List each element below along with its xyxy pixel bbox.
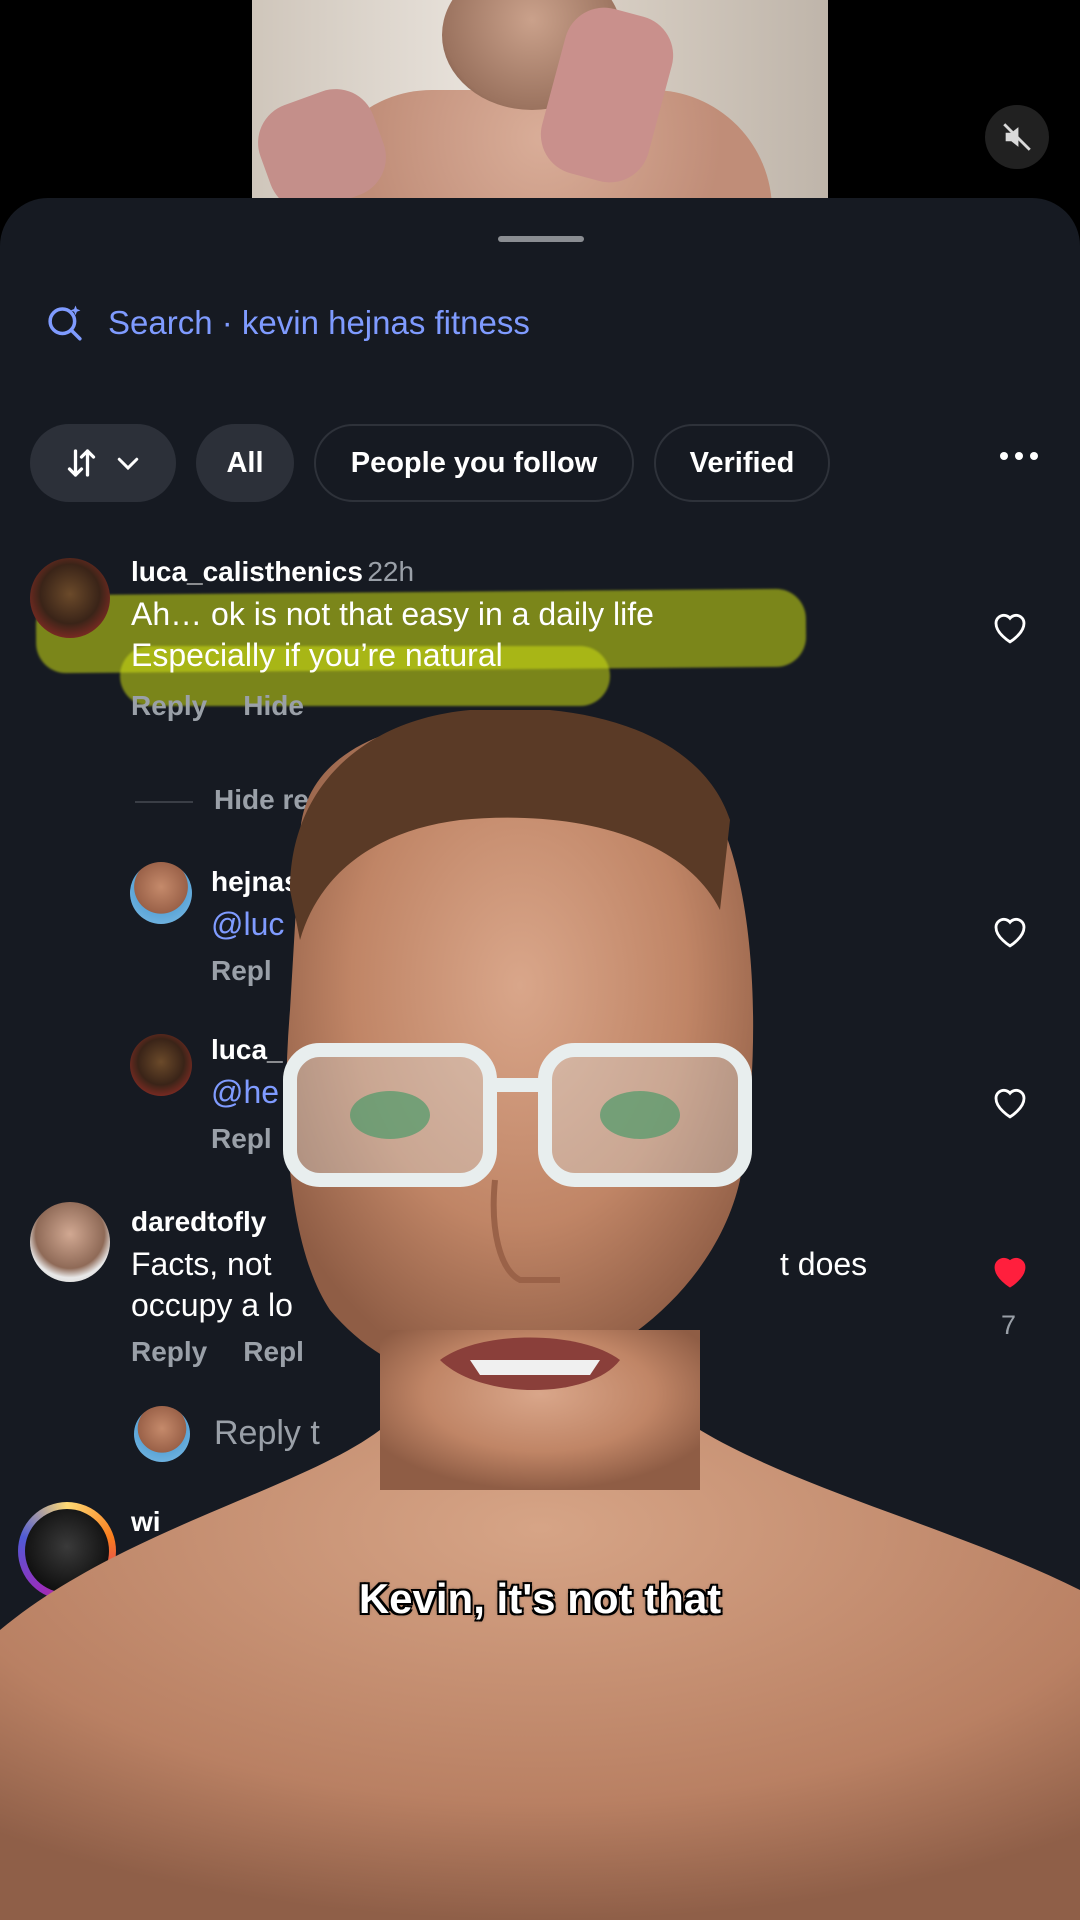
mute-button[interactable] [985, 105, 1049, 169]
comment-username[interactable]: daredtofly [131, 1206, 871, 1238]
hide-replies-button[interactable]: Hide re [214, 784, 309, 816]
heart-outline-icon[interactable] [989, 606, 1031, 648]
reply-hejnas: hejnas @luc Repl [211, 866, 300, 987]
heart-filled-icon[interactable] [989, 1250, 1031, 1292]
comment-username[interactable]: luca_ [211, 1034, 283, 1066]
reply-luca: luca_ @he Repl [211, 1034, 283, 1155]
avatar[interactable] [30, 1202, 110, 1282]
comment-username[interactable]: luca_calisthenics [131, 556, 363, 587]
heart-outline-icon[interactable] [989, 910, 1031, 952]
heart-outline-icon[interactable] [989, 1081, 1031, 1123]
hide-button[interactable]: Hide [243, 690, 304, 722]
mention-link[interactable]: @he [211, 1072, 283, 1113]
reply-button[interactable]: Reply [131, 1336, 207, 1368]
reply-button[interactable]: Repl [211, 1123, 272, 1155]
view-replies-button[interactable]: Repl [243, 1336, 304, 1368]
comment-daredtofly: daredtofly Facts, not t does occupy a lo… [131, 1206, 871, 1368]
avatar [134, 1406, 190, 1462]
comment-search-bar[interactable]: Search · kevin hejnas fitness [44, 302, 530, 344]
chevron-down-icon [117, 457, 139, 471]
filter-people-you-follow[interactable]: People you follow [314, 424, 634, 502]
avatar[interactable] [130, 862, 192, 924]
comment-time: 22h [367, 556, 415, 587]
video-thumb-hand-left [252, 77, 398, 200]
comment-text-line: Ah… ok is not that easy in a daily life [131, 596, 654, 632]
filter-verified[interactable]: Verified [654, 424, 830, 502]
video-caption: Kevin, it's not that [358, 1574, 722, 1623]
comment-text-line: Facts, not [131, 1246, 272, 1282]
avatar[interactable] [30, 558, 110, 638]
comment-text-line: Especially if you’re natural [131, 637, 503, 673]
background-video-thumbnail[interactable] [252, 0, 828, 200]
sort-button[interactable] [30, 424, 176, 502]
comment-username[interactable]: wi [131, 1506, 161, 1538]
comment-text-line: t does [780, 1246, 868, 1282]
comment-filters: All People you follow Verified [30, 424, 830, 502]
avatar[interactable] [130, 1034, 192, 1096]
reply-button[interactable]: Reply [131, 690, 207, 722]
ai-search-icon [48, 305, 82, 341]
reply-button[interactable]: Repl [211, 955, 272, 987]
divider [135, 801, 193, 803]
more-options-icon[interactable] [1000, 452, 1038, 460]
like-count: 7 [1001, 1310, 1017, 1340]
search-label: Search · kevin hejnas fitness [108, 304, 530, 341]
comment-username[interactable]: hejnas [211, 866, 300, 898]
sort-arrows-icon [67, 449, 96, 477]
comment-text-line: occupy a lo [131, 1287, 293, 1323]
speaker-muted-icon [1003, 123, 1031, 151]
sheet-drag-handle[interactable] [498, 236, 584, 242]
mention-link[interactable]: @luc [211, 904, 300, 945]
filter-all[interactable]: All [196, 424, 294, 502]
comment-luca-calisthenics: luca_calisthenics 22h Ah… ok is not that… [131, 556, 654, 722]
reply-input[interactable]: Reply t [214, 1414, 320, 1453]
